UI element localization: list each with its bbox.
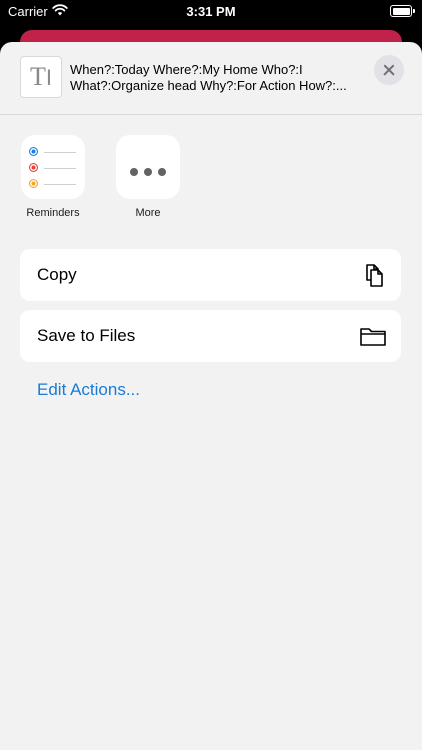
action-save-to-files-label: Save to Files bbox=[37, 326, 136, 345]
status-time: 3:31 PM bbox=[186, 4, 236, 19]
action-copy[interactable]: Copy bbox=[20, 249, 401, 301]
edit-actions-link[interactable]: Edit Actions... bbox=[37, 380, 140, 400]
text-document-icon: TI bbox=[20, 56, 62, 98]
copy-icon bbox=[366, 264, 383, 287]
share-sheet: TI When?:Today Where?:My Home Who?:I Wha… bbox=[0, 42, 422, 750]
app-more[interactable]: More bbox=[108, 135, 188, 219]
reminders-icon bbox=[21, 135, 85, 199]
app-label-reminders: Reminders bbox=[26, 207, 80, 219]
close-button[interactable] bbox=[374, 55, 404, 85]
app-label-more: More bbox=[135, 207, 161, 219]
app-row: Reminders More bbox=[0, 135, 422, 225]
app-reminders[interactable]: Reminders bbox=[13, 135, 93, 219]
folder-icon bbox=[360, 328, 386, 346]
battery-icon bbox=[390, 5, 415, 17]
more-icon bbox=[116, 135, 180, 199]
status-bar: Carrier 3:31 PM bbox=[0, 0, 422, 24]
shared-content-preview: When?:Today Where?:My Home Who?:I What?:… bbox=[70, 62, 347, 93]
share-sheet-header: TI When?:Today Where?:My Home Who?:I Wha… bbox=[0, 42, 422, 115]
action-save-to-files[interactable]: Save to Files bbox=[20, 310, 401, 362]
action-copy-label: Copy bbox=[37, 265, 77, 284]
